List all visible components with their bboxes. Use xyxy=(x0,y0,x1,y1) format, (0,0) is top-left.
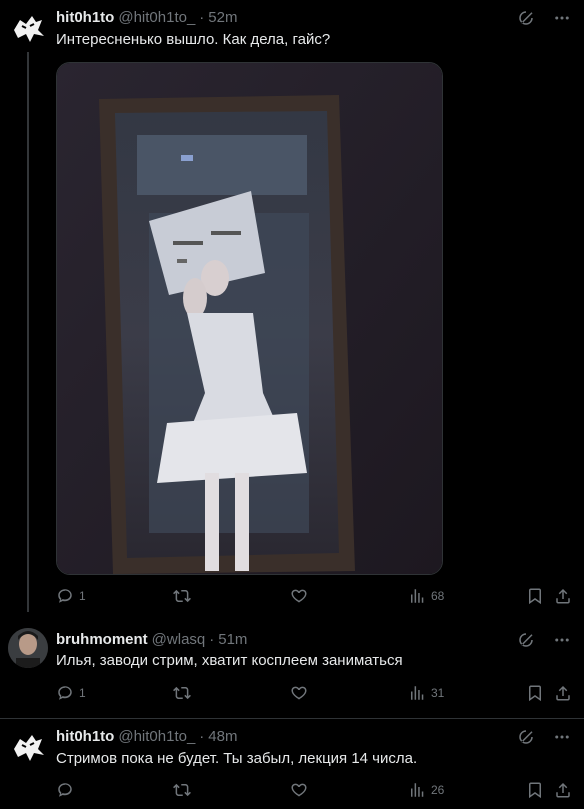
more-dots-icon[interactable] xyxy=(552,630,572,650)
tweet-2[interactable]: bruhmoment @wlasq · 51m Илья, заводи стр… xyxy=(0,618,584,718)
timestamp[interactable]: 48m xyxy=(208,728,237,745)
like-button[interactable] xyxy=(290,586,313,606)
share-button[interactable] xyxy=(554,683,572,703)
views-button[interactable]: 31 xyxy=(408,683,444,703)
share-icon xyxy=(556,782,570,798)
display-name[interactable]: hit0h1to xyxy=(56,9,114,26)
view-count: 68 xyxy=(431,589,445,603)
reply-button[interactable]: 1 xyxy=(56,586,86,606)
tweet-1[interactable]: hit0h1to @hit0h1to_ · 52m Интересненько … xyxy=(0,0,584,618)
separator-dot: · xyxy=(199,8,205,26)
user-handle[interactable]: @wlasq xyxy=(152,631,206,648)
like-button[interactable] xyxy=(290,780,313,800)
views-bars-icon xyxy=(411,589,424,603)
grok-slash-icon[interactable] xyxy=(516,630,536,650)
share-button[interactable] xyxy=(554,780,572,800)
heart-icon xyxy=(291,686,307,700)
reply-bubble-icon xyxy=(58,783,72,797)
views-bars-icon xyxy=(411,686,424,700)
retweet-button[interactable] xyxy=(173,780,196,800)
more-dots-icon[interactable] xyxy=(552,8,572,28)
tweet-header: bruhmoment @wlasq · 51m xyxy=(56,629,247,649)
view-count: 26 xyxy=(431,783,445,797)
views-button[interactable]: 26 xyxy=(408,780,444,800)
timestamp[interactable]: 51m xyxy=(218,631,247,648)
retweet-button[interactable] xyxy=(173,586,196,606)
bookmark-button[interactable] xyxy=(526,683,544,703)
bookmark-button[interactable] xyxy=(526,586,544,606)
display-name[interactable]: bruhmoment xyxy=(56,631,148,648)
more-dots-icon[interactable] xyxy=(552,727,572,747)
like-button[interactable] xyxy=(290,683,313,703)
tweet-actions: 26 xyxy=(56,780,572,800)
bookmark-icon xyxy=(529,685,541,702)
user-handle[interactable]: @hit0h1to_ xyxy=(118,9,195,26)
avatar[interactable] xyxy=(8,628,48,668)
tweet-actions: 1 68 xyxy=(56,586,572,606)
tweet-text: Илья, заводи стрим, хватит косплеем зани… xyxy=(56,652,403,669)
tweet-header: hit0h1to @hit0h1to_ · 48m xyxy=(56,726,237,746)
share-icon xyxy=(556,685,570,701)
display-name[interactable]: hit0h1to xyxy=(56,728,114,745)
views-bars-icon xyxy=(411,783,424,797)
heart-icon xyxy=(291,783,307,797)
tweet-actions: 1 31 xyxy=(56,683,572,703)
reply-bubble-icon xyxy=(58,686,72,700)
share-button[interactable] xyxy=(554,586,572,606)
avatar[interactable] xyxy=(8,727,48,767)
user-handle[interactable]: @hit0h1to_ xyxy=(118,728,195,745)
grok-slash-icon[interactable] xyxy=(516,8,536,28)
retweet-icon xyxy=(173,686,191,700)
reply-button[interactable] xyxy=(56,780,79,800)
retweet-icon xyxy=(173,783,191,797)
view-count: 31 xyxy=(431,686,445,700)
tweet-text: Интересненько вышло. Как дела, гайс? xyxy=(56,31,331,48)
reply-button[interactable]: 1 xyxy=(56,683,86,703)
bookmark-icon xyxy=(529,782,541,799)
bookmark-button[interactable] xyxy=(526,780,544,800)
views-button[interactable]: 68 xyxy=(408,586,444,606)
tweet-photo[interactable] xyxy=(56,62,443,575)
bookmark-icon xyxy=(529,588,541,605)
retweet-icon xyxy=(173,589,191,603)
tweet-3[interactable]: hit0h1to @hit0h1to_ · 48m Стримов пока н… xyxy=(0,719,584,809)
tweet-header: hit0h1to @hit0h1to_ · 52m xyxy=(56,7,237,27)
reply-bubble-icon xyxy=(58,589,72,603)
tweet-text: Стримов пока не будет. Ты забыл, лекция … xyxy=(56,750,418,767)
retweet-button[interactable] xyxy=(173,683,196,703)
grok-slash-icon[interactable] xyxy=(516,727,536,747)
separator-dot: · xyxy=(199,727,205,745)
heart-icon xyxy=(291,589,307,603)
timestamp[interactable]: 52m xyxy=(208,9,237,26)
reply-count: 1 xyxy=(79,686,86,700)
avatar[interactable] xyxy=(8,8,48,48)
separator-dot: · xyxy=(209,630,215,648)
share-icon xyxy=(556,588,570,604)
reply-count: 1 xyxy=(79,589,86,603)
